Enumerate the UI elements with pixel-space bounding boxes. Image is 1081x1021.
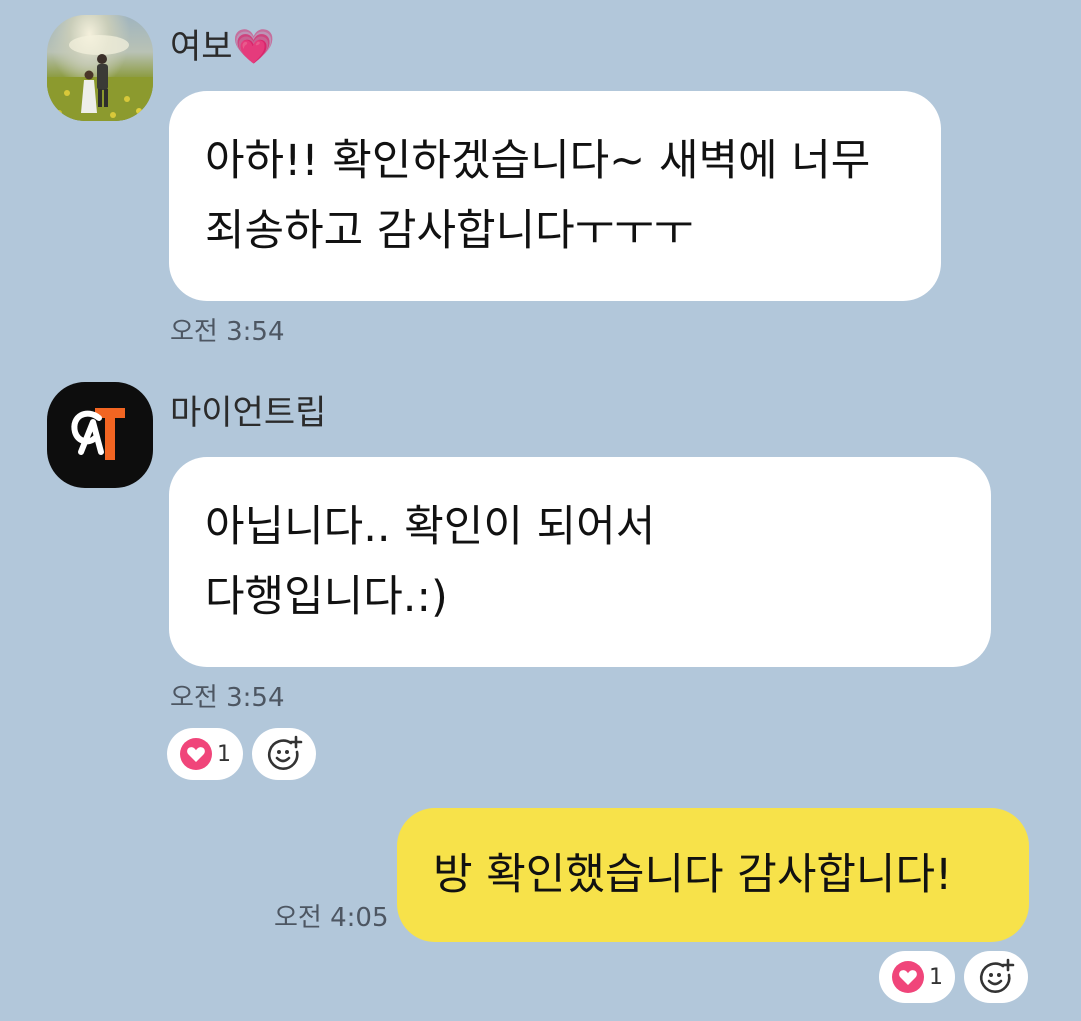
message-timestamp: 오전 3:54 <box>170 317 285 347</box>
sender-name: 여보💗 <box>170 27 275 67</box>
message-text-line: 아하!! 확인하겠습니다~ 새벽에 너무 <box>205 136 871 186</box>
add-reaction-button[interactable] <box>964 951 1028 1003</box>
message-text-line: 죄송하고 감사합니다ㅜㅜㅜ <box>205 206 694 256</box>
sender-name: 마이언트립 <box>170 393 327 433</box>
reaction-count: 1 <box>929 964 943 990</box>
reaction-chip[interactable]: 1 <box>167 728 243 780</box>
heart-icon <box>180 738 212 770</box>
message-text-line: 아닙니다.. 확인이 되어서 <box>205 502 656 552</box>
add-reaction-button[interactable] <box>252 728 316 780</box>
add-reaction-smiley-icon <box>979 958 1015 993</box>
heart-icon <box>892 961 924 993</box>
message-bubble[interactable]: 아닙니다.. 확인이 되어서 다행입니다.:) <box>169 457 991 667</box>
myontrip-logo-icon <box>71 408 125 460</box>
message-timestamp: 오전 3:54 <box>170 683 285 713</box>
message-text-line: 다행입니다.:) <box>205 572 448 622</box>
message-bubble-outgoing[interactable]: 방 확인했습니다 감사합니다! <box>397 808 1029 942</box>
reaction-chip[interactable]: 1 <box>879 951 955 1003</box>
message-text-line: 방 확인했습니다 감사합니다! <box>433 850 953 900</box>
sender-avatar-yeobo[interactable] <box>47 15 153 121</box>
message-timestamp: 오전 4:05 <box>274 903 389 933</box>
reaction-count: 1 <box>217 741 231 767</box>
message-bubble[interactable]: 아하!! 확인하겠습니다~ 새벽에 너무 죄송하고 감사합니다ㅜㅜㅜ <box>169 91 941 301</box>
sender-avatar-myontrip[interactable] <box>47 382 153 488</box>
add-reaction-smiley-icon <box>267 735 303 770</box>
couple-photo-icon <box>47 35 153 121</box>
